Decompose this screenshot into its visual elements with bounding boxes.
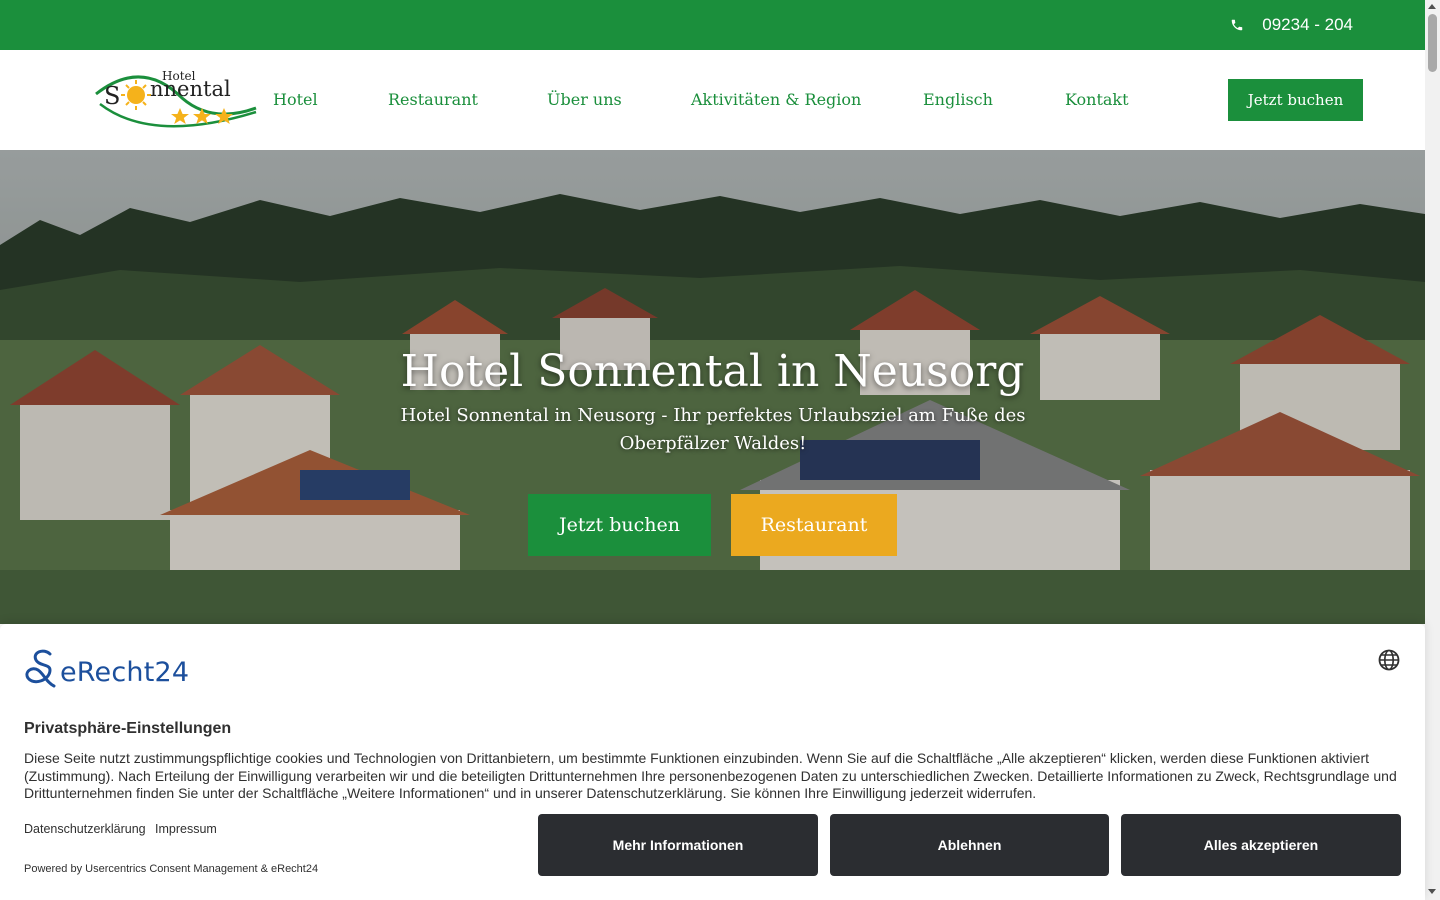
nav-restaurant[interactable]: Restaurant	[388, 50, 478, 150]
decline-button[interactable]: Ablehnen	[830, 814, 1109, 876]
hero-title: Hotel Sonnental in Neusorg	[400, 346, 1025, 397]
nav-ueber-uns[interactable]: Über uns	[547, 50, 622, 150]
top-bar: 09234 - 204	[0, 0, 1425, 50]
hero-subtitle: Hotel Sonnental in Neusorg - Ihr perfekt…	[400, 405, 1026, 454]
scroll-thumb[interactable]	[1428, 14, 1437, 72]
logo-initial: S	[104, 82, 120, 110]
hero-restaurant-button[interactable]: Restaurant	[731, 494, 897, 556]
nav-englisch[interactable]: Englisch	[923, 50, 993, 150]
hero-section: Hotel Sonnental in Neusorg Hotel Sonnent…	[0, 150, 1425, 624]
page-scrollbar[interactable]	[1425, 0, 1440, 900]
consent-title: Privatsphäre-Einstellungen	[24, 720, 232, 737]
accept-all-button[interactable]: Alles akzeptieren	[1121, 814, 1401, 876]
powered-by-text: Powered by Usercentrics Consent Manageme…	[24, 863, 319, 875]
globe-icon[interactable]	[1377, 648, 1401, 672]
privacy-policy-link[interactable]: Datenschutzerklärung	[24, 822, 146, 836]
hero-book-button[interactable]: Jetzt buchen	[528, 494, 711, 556]
consent-description: Diese Seite nutzt zustimmungspflichtige …	[24, 750, 1397, 801]
imprint-link[interactable]: Impressum	[155, 822, 217, 836]
erecht24-symbol-icon	[25, 649, 56, 688]
hotel-logo[interactable]: Hotel S nnental	[92, 64, 260, 136]
more-info-button[interactable]: Mehr Informationen	[538, 814, 818, 876]
scroll-down-arrow-icon[interactable]	[1428, 889, 1436, 894]
phone-number[interactable]: 09234 - 204	[1262, 15, 1353, 35]
erecht24-logo: eRecht24	[24, 648, 189, 688]
logo-word-main: nnental	[150, 77, 231, 101]
phone-contact[interactable]: 09234 - 204	[1230, 0, 1353, 50]
nav-aktivitaeten-region[interactable]: Aktivitäten & Region	[691, 50, 861, 150]
nav-kontakt[interactable]: Kontakt	[1065, 50, 1129, 150]
erecht24-wordmark: eRecht24	[60, 657, 190, 688]
nav-hotel[interactable]: Hotel	[273, 50, 318, 150]
site-header: Hotel S nnental Hotel Restaurant Über un…	[0, 50, 1425, 150]
header-book-button[interactable]: Jetzt buchen	[1228, 79, 1363, 121]
phone-icon	[1230, 18, 1244, 32]
scroll-up-arrow-icon[interactable]	[1428, 4, 1436, 9]
consent-banner: eRecht24 Privatsphäre-Einstellungen Dies…	[0, 624, 1425, 900]
